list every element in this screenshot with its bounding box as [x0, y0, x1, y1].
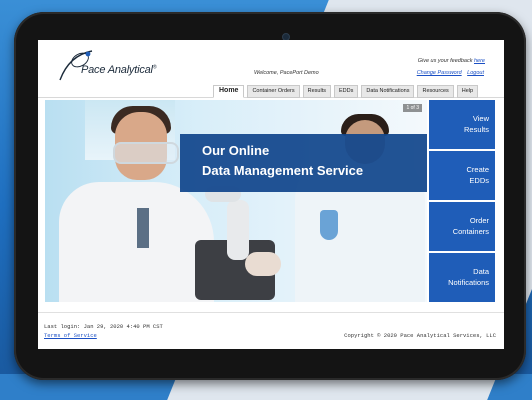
slide-indicator: 1 of 3 — [403, 104, 422, 112]
hero-hand — [245, 252, 281, 276]
button-label: Order — [469, 216, 489, 226]
button-label: Containers — [452, 226, 489, 236]
microscope-arm — [227, 200, 249, 260]
button-label: Data — [473, 267, 489, 277]
tablet-screen: Pace Analytical® Welcome, PacePort Demo … — [38, 40, 504, 349]
copyright-text: Copyright © 2020 Pace Analytical Service… — [344, 332, 496, 339]
account-links: Change Password Logout — [413, 70, 484, 76]
create-edds-button[interactable]: Create EDDs — [429, 151, 495, 200]
last-login-text: Last login: Jan 29, 2020 4:40 PM CST — [44, 323, 163, 330]
data-notifications-button[interactable]: Data Notifications — [429, 253, 495, 302]
change-password-link[interactable]: Change Password — [417, 70, 462, 76]
banner-line-2: Data Management Service — [202, 163, 364, 178]
terms-of-service-link[interactable]: Terms of Service — [44, 332, 97, 339]
button-label: Create — [466, 165, 489, 175]
hero-banner: Our Online Data Management Service — [180, 134, 427, 192]
view-results-button[interactable]: View Results — [429, 100, 495, 149]
button-label: View — [472, 114, 489, 124]
button-label: Notifications — [448, 277, 489, 287]
tab-resources[interactable]: Resources — [417, 85, 454, 98]
welcome-text: Welcome, PacePort Demo — [254, 70, 319, 76]
order-containers-button[interactable]: Order Containers — [429, 202, 495, 251]
banner-line-1: Our Online — [202, 143, 270, 158]
tab-help[interactable]: Help — [456, 85, 479, 98]
feedback-link[interactable]: here — [474, 58, 485, 64]
tab-home[interactable]: Home — [213, 85, 245, 98]
feedback-text: Give us your feedback here — [417, 58, 485, 64]
hero-slideshow[interactable]: Our Online Data Management Service 1 of … — [45, 100, 427, 302]
footer-divider — [38, 312, 504, 313]
pace-logo[interactable]: Pace Analytical® — [56, 48, 166, 88]
flask-icon — [320, 210, 338, 240]
logout-link[interactable]: Logout — [467, 70, 484, 76]
tab-data-notifications[interactable]: Data Notifications — [361, 85, 415, 98]
button-label: Results — [463, 124, 489, 134]
hero-tie — [137, 208, 149, 248]
tab-results[interactable]: Results — [302, 85, 331, 98]
tab-container-orders[interactable]: Container Orders — [247, 85, 300, 98]
logo-text: Pace Analytical® — [81, 64, 157, 76]
main-nav: Home Container Orders Results EDDs Data … — [213, 85, 479, 98]
goggles-icon — [113, 142, 179, 164]
button-label: EDDs — [469, 175, 489, 185]
tab-edds[interactable]: EDDs — [333, 85, 359, 98]
